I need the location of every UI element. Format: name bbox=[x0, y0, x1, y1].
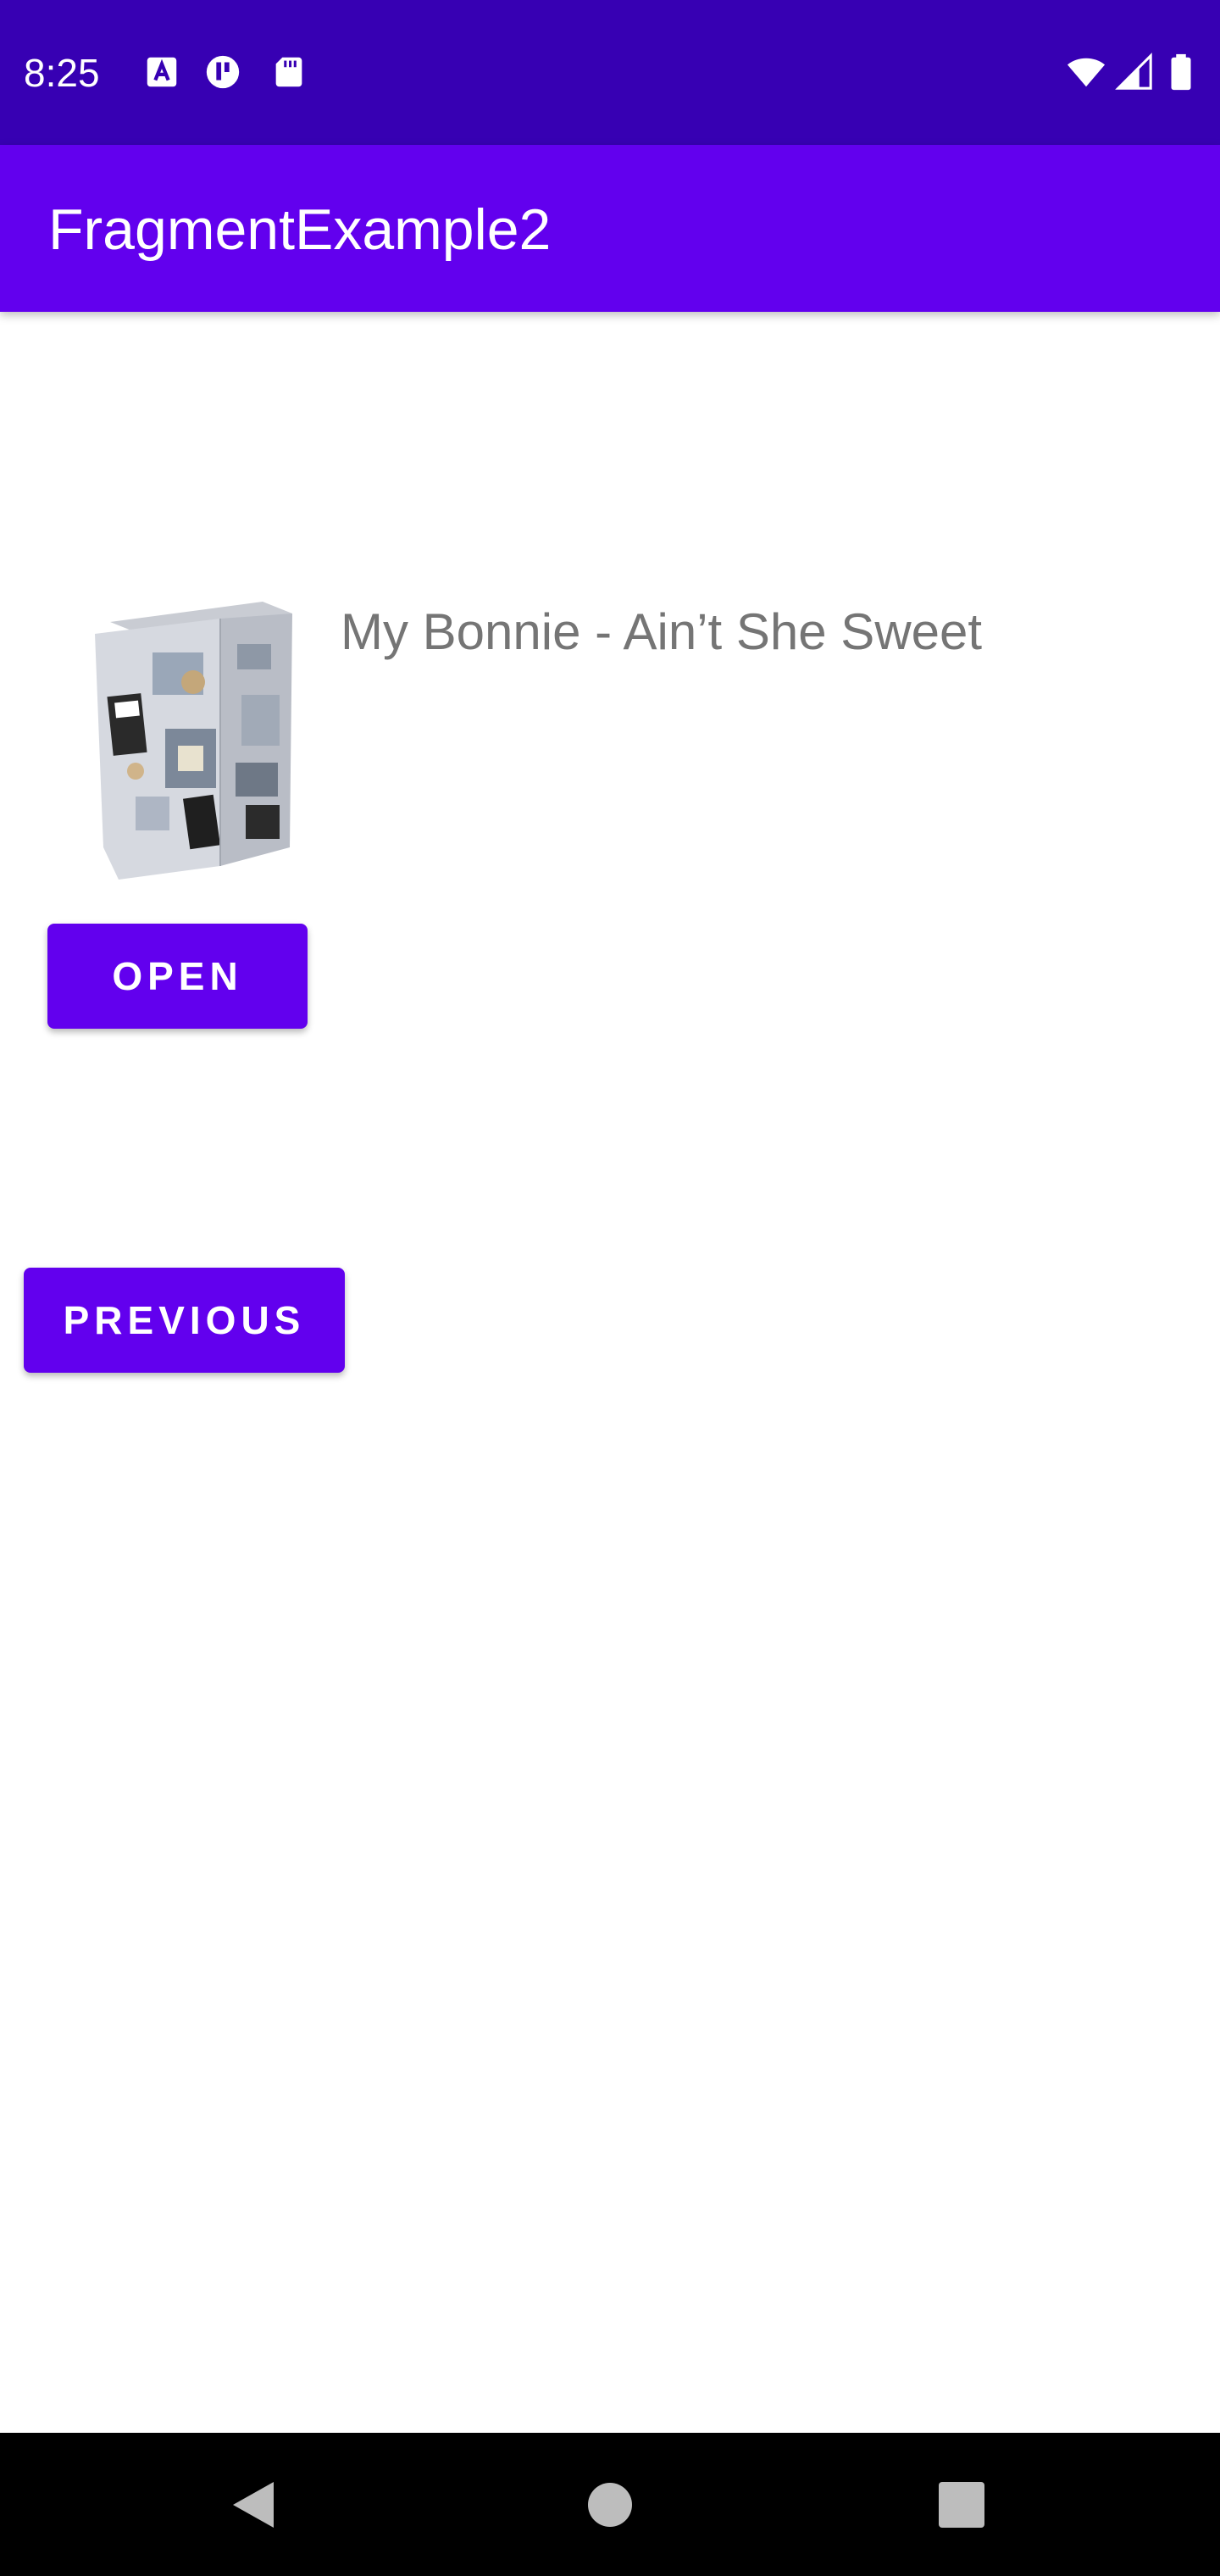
status-time: 8:25 bbox=[24, 51, 100, 95]
wifi-icon bbox=[1064, 53, 1108, 92]
cell-signal-icon bbox=[1115, 53, 1154, 92]
navigation-bar bbox=[0, 2433, 1220, 2576]
album-box-image bbox=[85, 593, 308, 881]
screen: 8:25 FragmentExample2 My Bonnie - Ain’t … bbox=[0, 0, 1220, 2576]
a-notification-icon bbox=[142, 53, 181, 92]
app-title: FragmentExample2 bbox=[48, 197, 552, 262]
sd-card-icon bbox=[269, 53, 308, 92]
app-bar: FragmentExample2 bbox=[0, 145, 1220, 312]
chart-notification-icon bbox=[203, 53, 242, 92]
home-icon[interactable] bbox=[572, 2467, 648, 2543]
open-button[interactable]: OPEN bbox=[47, 924, 308, 1029]
back-icon[interactable] bbox=[216, 2467, 292, 2543]
song-title: My Bonnie - Ain’t She Sweet bbox=[341, 603, 983, 660]
recents-icon[interactable] bbox=[923, 2467, 1000, 2543]
status-bar: 8:25 bbox=[0, 0, 1220, 145]
previous-button[interactable]: PREVIOUS bbox=[24, 1268, 345, 1373]
battery-icon bbox=[1166, 53, 1196, 92]
